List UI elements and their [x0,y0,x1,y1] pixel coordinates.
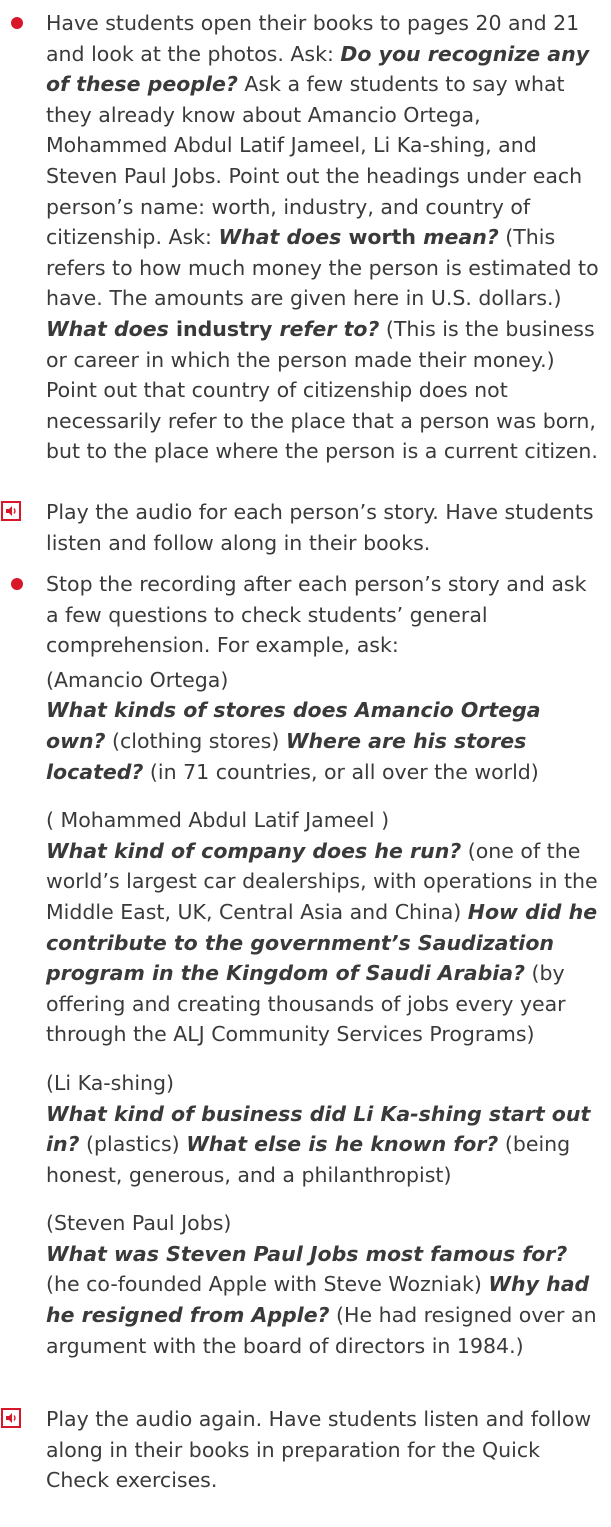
keyword-worth: worth [341,225,424,250]
question-text: What does [218,225,342,250]
person-block-ortega: (Amancio Ortega) What kinds of stores do… [46,665,603,787]
audio-item-play-again: Play the audio again. Have students list… [0,1404,611,1496]
instruction-text: Ask a few students to say what they alre… [46,72,583,250]
audio-speaker-icon[interactable] [1,1408,21,1428]
question-text: What was Steven Paul Jobs most famous fo… [46,1241,568,1266]
qa-paragraph: What kinds of stores does Amancio Ortega… [46,695,603,787]
answer-text: (clothing stores) [105,728,286,753]
question-text: What else is he known for? [186,1132,499,1157]
teacher-notes-page: Have students open their books to pages … [0,0,611,1527]
bullet-icon [11,578,23,590]
bullet-item-photos: Have students open their books to pages … [0,8,611,467]
answer-text: (he co-founded Apple with Steve Wozniak) [46,1272,489,1297]
answer-text: (in 71 countries, or all over the world) [143,759,539,784]
instruction-text: Stop the recording after each person’s s… [46,572,587,658]
audio-instruction-text: Play the audio again. Have students list… [46,1407,592,1493]
question-text: refer to? [279,316,380,341]
person-name: (Steven Paul Jobs) [46,1211,232,1236]
person-block-jobs: (Steven Paul Jobs) What was Steven Paul … [46,1208,603,1361]
audio-speaker-icon[interactable] [1,501,21,521]
person-name: ( Mohammed Abdul Latif Jameel ) [46,808,390,833]
bullet-icon [11,17,23,29]
audio-item-play: Play the audio for each person’s story. … [0,497,611,558]
person-name: (Amancio Ortega) [46,667,229,692]
question-text: What does [46,316,169,341]
qa-paragraph: What was Steven Paul Jobs most famous fo… [46,1239,603,1361]
keyword-industry: industry [168,316,280,341]
person-block-li: (Li Ka-shing) What kind of business did … [46,1068,603,1190]
qa-paragraph: What kind of company does he run? (one o… [46,836,603,1050]
audio-instruction-text: Play the audio for each person’s story. … [46,500,594,555]
question-text: What kind of company does he run? [46,838,462,863]
answer-text: (plastics) [79,1132,187,1157]
bullet-item-recording: Stop the recording after each person’s s… [0,569,611,1361]
person-block-jameel: ( Mohammed Abdul Latif Jameel ) What kin… [46,805,603,1050]
qa-paragraph: What kind of business did Li Ka-shing st… [46,1099,603,1191]
question-text: mean? [423,225,499,250]
item-paragraph: Have students open their books to pages … [46,8,603,467]
person-name: (Li Ka-shing) [46,1070,175,1095]
